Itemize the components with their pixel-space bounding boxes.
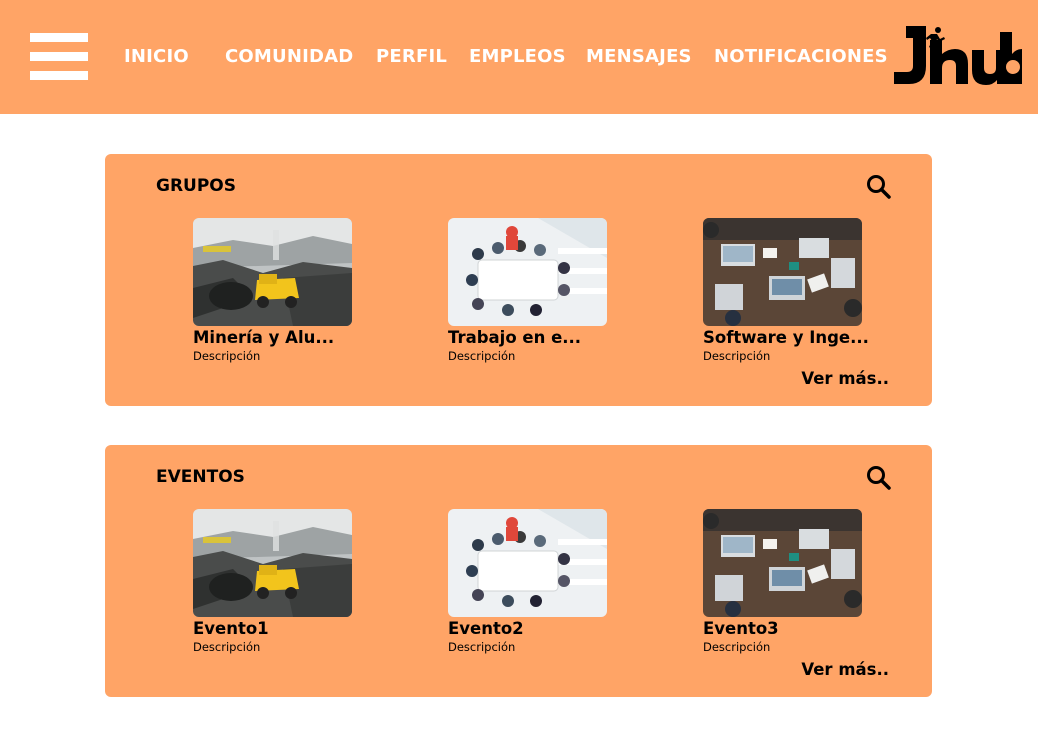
- top-navbar: INICIO COMUNIDAD PERFIL EMPLEOS MENSAJES…: [0, 0, 1038, 114]
- event-card-item[interactable]: Evento3 Descripción: [703, 509, 903, 654]
- group-description: Descripción: [448, 349, 516, 363]
- nav-mensajes[interactable]: MENSAJES: [586, 46, 692, 68]
- search-icon[interactable]: [866, 174, 892, 200]
- nav-perfil[interactable]: PERFIL: [376, 46, 447, 68]
- event-description: Descripción: [703, 640, 771, 654]
- mining-truck-photo: [193, 218, 352, 326]
- search-icon[interactable]: [866, 465, 892, 491]
- event-card-item[interactable]: Evento1 Descripción: [193, 509, 393, 654]
- menu-bar-top: [30, 33, 88, 42]
- group-card-item[interactable]: Trabajo en e... Descripción: [448, 218, 648, 363]
- menu-bar-bottom: [30, 71, 88, 80]
- groups-card: GRUPOS Minería y Alu... Descripción Trab…: [105, 154, 932, 406]
- nav-notificaciones[interactable]: NOTIFICACIONES: [714, 46, 888, 68]
- team-meeting-photo: [448, 218, 607, 326]
- event-title: Evento1: [193, 619, 269, 638]
- event-card-item[interactable]: Evento2 Descripción: [448, 509, 648, 654]
- jhub-logo[interactable]: [892, 22, 1024, 88]
- laptops-desk-photo: [703, 218, 862, 326]
- groups-see-more-link[interactable]: Ver más..: [801, 369, 889, 389]
- nav-empleos[interactable]: EMPLEOS: [469, 46, 566, 68]
- group-title: Trabajo en e...: [448, 328, 582, 347]
- event-title: Evento3: [703, 619, 779, 638]
- menu-bar-middle: [30, 52, 88, 61]
- team-meeting-photo: [448, 509, 607, 617]
- group-title: Software y Inge...: [703, 328, 869, 347]
- hamburger-menu-icon[interactable]: [30, 33, 88, 81]
- nav-inicio[interactable]: INICIO: [124, 46, 189, 68]
- events-title: EVENTOS: [156, 467, 245, 487]
- event-title: Evento2: [448, 619, 524, 638]
- groups-title: GRUPOS: [156, 176, 237, 196]
- group-card-item[interactable]: Software y Inge... Descripción: [703, 218, 903, 363]
- nav-comunidad[interactable]: COMUNIDAD: [225, 46, 353, 68]
- laptops-desk-photo: [703, 509, 862, 617]
- event-description: Descripción: [448, 640, 516, 654]
- events-card: EVENTOS Evento1 Descripción Evento2 Desc…: [105, 445, 932, 697]
- running-person-icon: [926, 27, 945, 49]
- events-see-more-link[interactable]: Ver más..: [801, 660, 889, 680]
- group-description: Descripción: [703, 349, 771, 363]
- group-description: Descripción: [193, 349, 261, 363]
- event-description: Descripción: [193, 640, 261, 654]
- group-card-item[interactable]: Minería y Alu... Descripción: [193, 218, 393, 363]
- group-title: Minería y Alu...: [193, 328, 335, 347]
- mining-truck-photo: [193, 509, 352, 617]
